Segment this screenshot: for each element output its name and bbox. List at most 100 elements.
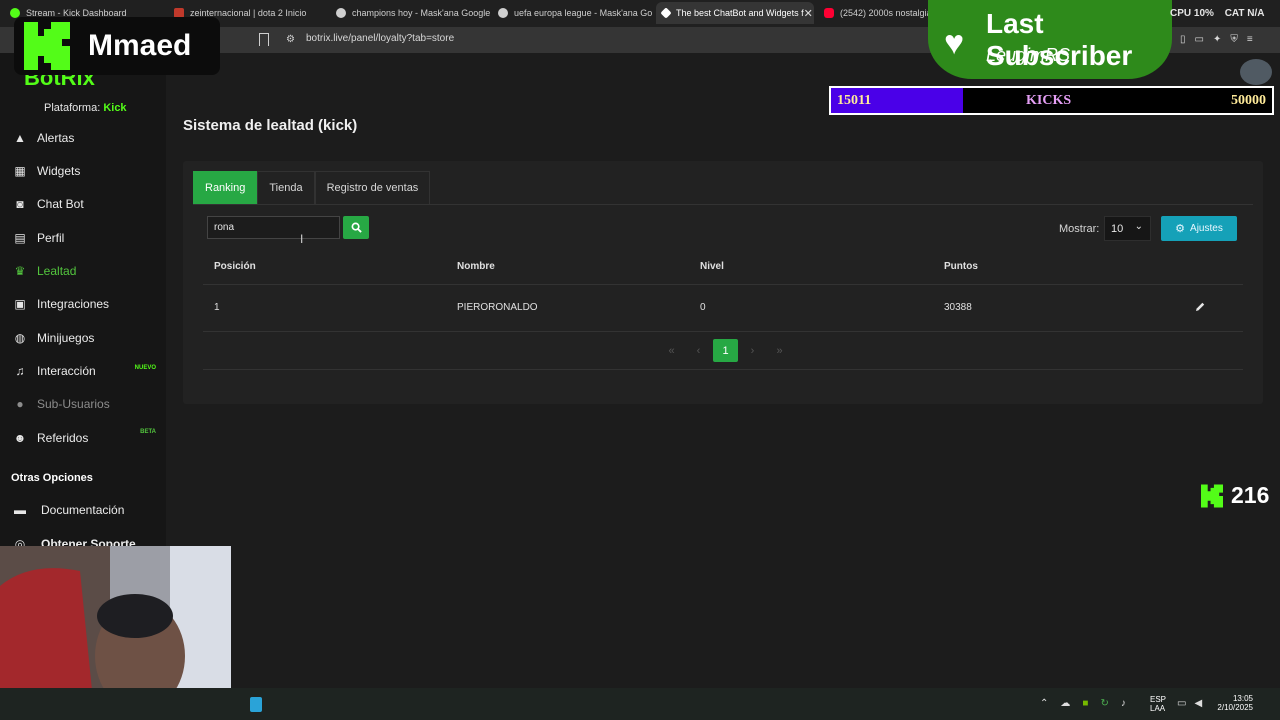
plug-icon: ▣ bbox=[14, 297, 26, 311]
cloud-icon[interactable]: ☁ bbox=[1060, 698, 1070, 709]
divider bbox=[203, 369, 1243, 370]
sidebar-item-label: Perfil bbox=[37, 231, 65, 245]
browser-tab-title: (2542) 2000s nostalgia m bbox=[840, 8, 928, 18]
divider bbox=[203, 284, 1243, 285]
kick-logo-icon bbox=[1201, 484, 1223, 507]
avatar[interactable] bbox=[1240, 59, 1272, 85]
sidebar-item-label: Lealtad bbox=[37, 264, 77, 278]
widgets-icon: ▦ bbox=[14, 164, 26, 178]
pagination: « ‹ 1 › » bbox=[659, 339, 794, 362]
new-badge: NUEVO bbox=[134, 365, 156, 371]
sidebar-item-label: Integraciones bbox=[37, 297, 110, 311]
platform-indicator: Plataforma: Kick bbox=[44, 102, 127, 114]
sidebar-item-sub-usuarios[interactable]: ● Sub-Usuarios bbox=[0, 389, 166, 419]
tab-registro-de-ventas[interactable]: Registro de ventas bbox=[314, 171, 431, 204]
sparkle-icon[interactable]: ✦ bbox=[1213, 34, 1221, 45]
browser-tab[interactable]: uefa europa league - Mask'ana Goo bbox=[492, 2, 652, 24]
notepad-app-icon[interactable] bbox=[250, 697, 262, 712]
heart-icon: ♥ bbox=[944, 24, 965, 62]
system-tray: ⌃ ☁ ■ ↻ ♪ bbox=[1040, 698, 1126, 709]
sidebar-item-widgets[interactable]: ▦ Widgets bbox=[0, 156, 166, 186]
column-header-points[interactable]: Puntos bbox=[944, 261, 978, 272]
sidebar-item-interaccion[interactable]: ♫ Interacción NUEVO bbox=[0, 356, 166, 386]
shield-icon[interactable]: ⛨ bbox=[1230, 34, 1238, 45]
bookmark-icon[interactable] bbox=[259, 33, 269, 46]
sidebar-item-referidos[interactable]: ☻ Referidos BETA bbox=[0, 423, 166, 453]
microphone-icon[interactable]: ♪ bbox=[1121, 698, 1126, 709]
column-header-position[interactable]: Posición bbox=[214, 261, 256, 272]
chevron-down-icon: ⌄ bbox=[1134, 221, 1143, 232]
chevron-up-icon[interactable]: ⌃ bbox=[1040, 698, 1048, 709]
pagination-next-button[interactable]: › bbox=[740, 339, 765, 362]
browser-tab[interactable]: (2542) 2000s nostalgia m bbox=[818, 2, 928, 24]
search-icon bbox=[351, 222, 362, 233]
edit-pencil-icon[interactable] bbox=[1194, 301, 1206, 313]
users-icon: ● bbox=[16, 397, 24, 411]
sidebar-item-lealtad[interactable]: ♛ Lealtad bbox=[0, 256, 166, 286]
gamepad-icon: ◍ bbox=[14, 331, 26, 345]
tab-tienda[interactable]: Tienda bbox=[257, 171, 315, 204]
menu-icon[interactable]: ≡ bbox=[1247, 34, 1253, 45]
page-title: Sistema de lealtad (kick) bbox=[183, 117, 358, 134]
pagination-last-button[interactable]: » bbox=[767, 339, 792, 362]
sidebar-item-perfil[interactable]: ▤ Perfil bbox=[0, 223, 166, 253]
channel-overlay: Mmaed bbox=[14, 17, 220, 75]
sidebar-item-documentacion[interactable]: ▬ Documentación bbox=[0, 495, 166, 525]
column-header-level[interactable]: Nivel bbox=[700, 261, 724, 272]
platform-value: Kick bbox=[103, 102, 127, 114]
pagination-prev-button[interactable]: ‹ bbox=[686, 339, 711, 362]
nvidia-icon[interactable]: ■ bbox=[1082, 698, 1088, 709]
site-settings-icon[interactable]: ⚙ bbox=[286, 34, 295, 45]
beta-badge: BETA bbox=[140, 429, 156, 435]
network-icon[interactable]: ▭ bbox=[1177, 698, 1186, 709]
cpu-value: 10% bbox=[1193, 8, 1214, 19]
cell-position: 1 bbox=[214, 302, 220, 313]
clock[interactable]: 13:05 2/10/2025 bbox=[1213, 694, 1253, 712]
viewer-count-overlay: 216 bbox=[1201, 482, 1269, 509]
volume-icon[interactable]: ◀ bbox=[1194, 698, 1202, 709]
youtube-favicon-icon bbox=[824, 8, 834, 18]
browser-tab[interactable]: champions hoy - Mask'ana Google bbox=[330, 2, 490, 24]
cell-level: 0 bbox=[700, 302, 706, 313]
browser-tab-title: The best ChatBot and Widgets f bbox=[676, 8, 804, 18]
settings-button[interactable]: ⚙ Ajustes bbox=[1161, 216, 1237, 241]
close-tab-icon[interactable]: ✕ bbox=[804, 7, 813, 20]
column-header-name[interactable]: Nombre bbox=[457, 261, 495, 272]
windows-taskbar: ⌃ ☁ ■ ↻ ♪ ESP LAA ▭ ◀ 13:05 2/10/2025 bbox=[0, 688, 1280, 720]
pagination-first-button[interactable]: « bbox=[659, 339, 684, 362]
goal-label: KICKS bbox=[1026, 93, 1072, 108]
divider bbox=[203, 331, 1243, 332]
input-language[interactable]: ESP LAA bbox=[1150, 695, 1166, 713]
viewer-count: 216 bbox=[1231, 482, 1270, 508]
address-bar[interactable]: botrix.live/panel/loyalty?tab=store bbox=[306, 33, 454, 44]
goal-target: 50000 bbox=[1231, 93, 1266, 108]
sidebar-item-alertas[interactable]: ▲ Alertas bbox=[0, 123, 166, 153]
lang-value: N/A bbox=[1247, 8, 1265, 19]
search-button[interactable] bbox=[343, 216, 369, 239]
tab-ranking[interactable]: Ranking bbox=[193, 171, 258, 204]
clock-time: 13:05 bbox=[1232, 694, 1253, 703]
sidebar-icon[interactable]: ▯ bbox=[1180, 34, 1186, 45]
sidebar-item-label: Chat Bot bbox=[37, 197, 84, 211]
browser-tab-title: champions hoy - Mask'ana Google bbox=[352, 8, 490, 18]
sidebar-item-chat-bot[interactable]: ◙ Chat Bot bbox=[0, 189, 166, 219]
browser-tab-title: uefa europa league - Mask'ana Goo bbox=[514, 8, 652, 18]
search-input[interactable]: rona bbox=[207, 216, 340, 239]
pagination-page-button[interactable]: 1 bbox=[713, 339, 738, 362]
settings-button-label: Ajustes bbox=[1190, 223, 1223, 234]
sync-icon[interactable]: ↻ bbox=[1100, 698, 1108, 709]
goal-current: 15011 bbox=[837, 93, 872, 108]
sidebar-item-label: Referidos bbox=[37, 431, 89, 445]
divider bbox=[193, 204, 1253, 205]
last-subscriber-name: LeugimRS bbox=[986, 45, 1071, 65]
sidebar-item-label: Interacción bbox=[37, 364, 96, 378]
browser-tab-active[interactable]: The best ChatBot and Widgets f ✕ bbox=[656, 2, 814, 24]
page-size-select[interactable]: 10 ⌄ bbox=[1104, 216, 1151, 241]
sidebar-item-integraciones[interactable]: ▣ Integraciones bbox=[0, 289, 166, 319]
cpu-label: CPU bbox=[1170, 8, 1192, 19]
sidebar-item-label: Widgets bbox=[37, 164, 81, 178]
platform-label: Plataforma: bbox=[44, 102, 101, 114]
cell-points: 30388 bbox=[944, 302, 972, 313]
sidebar-item-minijuegos[interactable]: ◍ Minijuegos bbox=[0, 323, 166, 353]
wallet-icon[interactable]: ▭ bbox=[1195, 34, 1204, 45]
